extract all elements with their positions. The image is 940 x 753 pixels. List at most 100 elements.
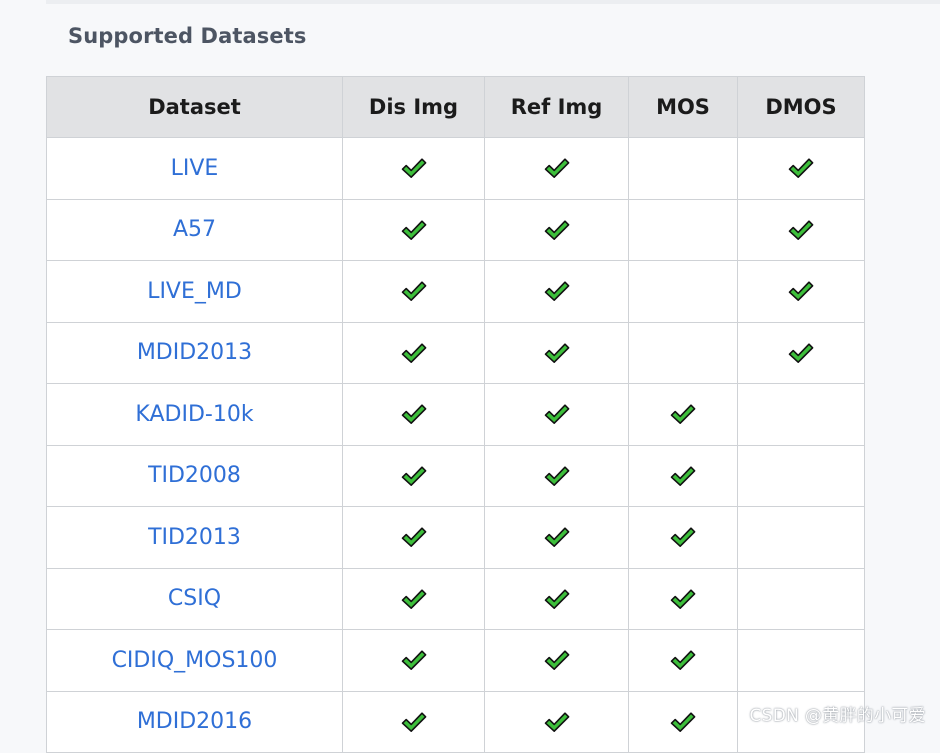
dataset-cell: MDID2013 <box>47 322 343 384</box>
cell-ref-img <box>485 322 629 384</box>
cell-ref-img <box>485 261 629 323</box>
cell-mos <box>629 568 738 630</box>
cell-ref-img <box>485 568 629 630</box>
table-body: LIVE A57 LIVE_MD MDID2013 KADID-10k TID2008 TI… <box>47 138 865 753</box>
check-mark-icon <box>401 157 427 179</box>
dataset-link[interactable]: TID2013 <box>148 525 241 550</box>
section-title: Supported Datasets <box>68 24 306 48</box>
dataset-link[interactable]: LIVE_MD <box>147 279 242 304</box>
check-mark-icon <box>401 465 427 487</box>
column-header-dis-img: Dis Img <box>343 77 485 138</box>
check-mark-icon <box>544 526 570 548</box>
check-mark-icon <box>401 588 427 610</box>
check-mark-icon <box>670 465 696 487</box>
cell-dmos <box>738 568 865 630</box>
cell-mos <box>629 322 738 384</box>
check-mark-icon <box>544 157 570 179</box>
cell-mos <box>629 630 738 692</box>
cell-dis-img <box>343 199 485 261</box>
cell-dis-img <box>343 691 485 753</box>
check-mark-icon <box>670 711 696 733</box>
table-row: A57 <box>47 199 865 261</box>
dataset-link[interactable]: KADID-10k <box>135 402 253 427</box>
cell-dis-img <box>343 138 485 200</box>
check-mark-icon <box>401 649 427 671</box>
check-mark-icon <box>544 342 570 364</box>
supported-datasets-table: Dataset Dis Img Ref Img MOS DMOS LIVE A57… <box>46 76 865 753</box>
dataset-link[interactable]: LIVE <box>171 156 219 181</box>
cell-ref-img <box>485 199 629 261</box>
column-header-dataset: Dataset <box>47 77 343 138</box>
check-mark-icon <box>788 280 814 302</box>
check-mark-icon <box>401 280 427 302</box>
cell-dmos <box>738 322 865 384</box>
cell-dis-img <box>343 445 485 507</box>
check-mark-icon <box>544 465 570 487</box>
cell-dis-img <box>343 322 485 384</box>
table-row: KADID-10k <box>47 384 865 446</box>
cell-dmos <box>738 261 865 323</box>
check-mark-icon <box>670 588 696 610</box>
cell-ref-img <box>485 630 629 692</box>
dataset-cell: LIVE_MD <box>47 261 343 323</box>
dataset-link[interactable]: MDID2016 <box>137 709 252 734</box>
cell-mos <box>629 199 738 261</box>
check-mark-icon <box>544 219 570 241</box>
cell-dmos <box>738 630 865 692</box>
table-row: LIVE <box>47 138 865 200</box>
check-mark-icon <box>670 526 696 548</box>
table-row: MDID2016 <box>47 691 865 753</box>
cell-dis-img <box>343 384 485 446</box>
check-mark-icon <box>788 342 814 364</box>
cell-ref-img <box>485 691 629 753</box>
csdn-watermark: CSDN @黄胖的小可爱 <box>750 701 926 726</box>
cell-dis-img <box>343 507 485 569</box>
dataset-cell: LIVE <box>47 138 343 200</box>
dataset-link[interactable]: TID2008 <box>148 463 241 488</box>
cell-mos <box>629 138 738 200</box>
check-mark-icon <box>544 649 570 671</box>
cell-ref-img <box>485 384 629 446</box>
dataset-cell: TID2013 <box>47 507 343 569</box>
dataset-cell: TID2008 <box>47 445 343 507</box>
check-mark-icon <box>401 219 427 241</box>
dataset-link[interactable]: MDID2013 <box>137 340 252 365</box>
check-mark-icon <box>788 219 814 241</box>
table-row: CIDIQ_MOS100 <box>47 630 865 692</box>
cell-dmos <box>738 507 865 569</box>
cell-dis-img <box>343 261 485 323</box>
cell-dmos <box>738 138 865 200</box>
table-header: Dataset Dis Img Ref Img MOS DMOS <box>47 77 865 138</box>
table-row: MDID2013 <box>47 322 865 384</box>
table-row: TID2013 <box>47 507 865 569</box>
check-mark-icon <box>544 588 570 610</box>
dataset-link[interactable]: A57 <box>173 217 216 242</box>
cell-mos <box>629 507 738 569</box>
cell-mos <box>629 445 738 507</box>
cell-mos <box>629 691 738 753</box>
check-mark-icon <box>670 649 696 671</box>
check-mark-icon <box>401 342 427 364</box>
dataset-cell: A57 <box>47 199 343 261</box>
cell-ref-img <box>485 445 629 507</box>
cell-ref-img <box>485 507 629 569</box>
check-mark-icon <box>670 403 696 425</box>
table-row: TID2008 <box>47 445 865 507</box>
dataset-cell: CIDIQ_MOS100 <box>47 630 343 692</box>
check-mark-icon <box>788 157 814 179</box>
column-header-mos: MOS <box>629 77 738 138</box>
dataset-cell: KADID-10k <box>47 384 343 446</box>
dataset-cell: CSIQ <box>47 568 343 630</box>
cell-dmos <box>738 445 865 507</box>
check-mark-icon <box>544 711 570 733</box>
cell-dis-img <box>343 568 485 630</box>
check-mark-icon <box>544 280 570 302</box>
check-mark-icon <box>401 526 427 548</box>
cell-mos <box>629 384 738 446</box>
table-row: CSIQ <box>47 568 865 630</box>
cell-mos <box>629 261 738 323</box>
dataset-link[interactable]: CIDIQ_MOS100 <box>112 648 278 673</box>
cell-dmos <box>738 384 865 446</box>
column-header-dmos: DMOS <box>738 77 865 138</box>
dataset-link[interactable]: CSIQ <box>168 586 221 611</box>
